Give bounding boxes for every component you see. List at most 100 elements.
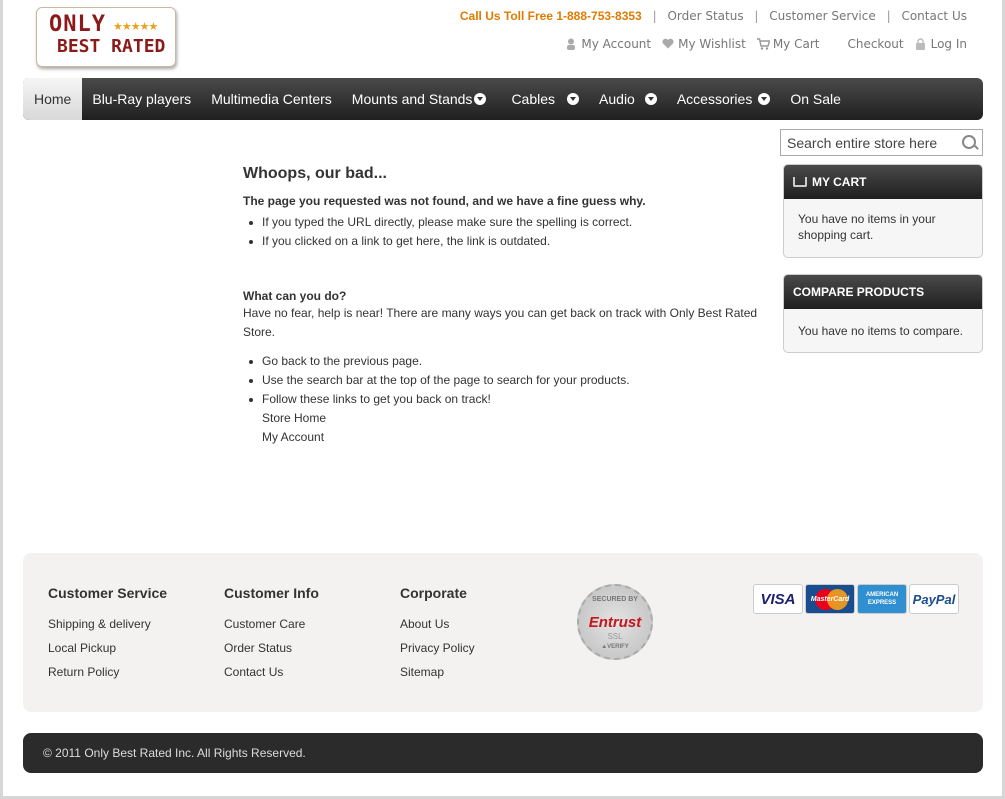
chevron-down-icon (567, 93, 580, 105)
footer: Customer Service Shipping & delivery Loc… (23, 553, 983, 712)
my-account-link[interactable]: My Account (243, 428, 773, 447)
my-cart-block: MY CART You have no items in your shoppi… (783, 164, 983, 258)
privacy-policy-link[interactable]: Privacy Policy (400, 636, 475, 660)
list-item: Follow these links to get you back on tr… (243, 390, 773, 409)
nav-home-label: Home (34, 91, 72, 107)
return-policy-link[interactable]: Return Policy (48, 660, 167, 684)
store-logo[interactable]: ONLY ★★★★★ BEST RATED (36, 7, 176, 67)
customer-service-link[interactable]: Customer Service (769, 9, 875, 23)
user-icon (565, 38, 577, 50)
footer-column-customer-service: Customer Service Shipping & delivery Loc… (48, 585, 167, 684)
footer-column-corporate: Corporate About Us Privacy Policy Sitema… (400, 585, 475, 684)
nav-mounts-label: Mounts and Stands (351, 91, 473, 107)
paypal-icon: PayPal (909, 584, 959, 614)
login-label: Log In (930, 37, 967, 51)
not-found-heading: The page you requested was not found, an… (243, 194, 646, 208)
nav-on-sale-label: On Sale (790, 91, 841, 107)
nav-multimedia-centers[interactable]: Multimedia Centers (201, 78, 342, 120)
nav-cables-label: Cables (511, 91, 556, 107)
footer-heading: Customer Service (48, 585, 168, 601)
my-cart-header: MY CART (784, 165, 982, 199)
seal-verify: ▲VERIFY (601, 644, 629, 650)
entrust-ssl-seal[interactable]: SECURED BY Entrust SSL ▲VERIFY (577, 584, 653, 660)
compare-products-title: COMPARE PRODUCTS (793, 285, 925, 299)
my-cart-title: MY CART (812, 175, 867, 189)
visa-label: VISA (760, 590, 796, 608)
nav-accessories-label: Accessories (676, 91, 753, 107)
amex-card-icon: AMERICAN EXPRESS (857, 584, 907, 614)
my-account-link[interactable]: My Account (565, 37, 651, 51)
nav-cables[interactable]: Cables (501, 78, 589, 120)
mastercard-icon: MasterCard (805, 584, 855, 614)
separator: | (652, 9, 657, 23)
nav-multimedia-label: Multimedia Centers (211, 91, 332, 107)
paypal-label: PayPal (912, 591, 956, 607)
search-icon[interactable] (958, 131, 982, 155)
my-cart-label: My Cart (772, 37, 820, 51)
my-account-label: My Account (581, 37, 652, 51)
contact-us-link[interactable]: Contact Us (901, 9, 967, 23)
cart-icon (793, 177, 807, 187)
nav-on-sale[interactable]: On Sale (780, 78, 851, 120)
separator: | (886, 9, 891, 23)
store-home-link[interactable]: Store Home (243, 409, 773, 428)
seal-ssl: SSL (607, 632, 623, 641)
list-item: If you clicked on a link to get here, th… (243, 232, 773, 251)
logo-stars: ★★★★★ (113, 20, 158, 33)
nav-blu-ray-players[interactable]: Blu-Ray players (82, 78, 201, 120)
nav-accessories[interactable]: Accessories (667, 78, 780, 120)
my-wishlist-label: My Wishlist (678, 37, 746, 51)
seal-brand: Entrust (588, 614, 642, 631)
checkout-link[interactable]: Checkout (847, 37, 903, 51)
local-pickup-link[interactable]: Local Pickup (48, 636, 167, 660)
account-links: My Account My Wishlist My Cart Checkout … (554, 37, 967, 51)
nav-audio-label: Audio (599, 91, 635, 107)
shipping-delivery-link[interactable]: Shipping & delivery (48, 612, 167, 636)
separator: | (754, 9, 759, 23)
customer-care-link[interactable]: Customer Care (224, 612, 319, 636)
main-content: Whoops, our bad... The page you requeste… (243, 165, 773, 447)
copyright-bar: © 2011 Only Best Rated Inc. All Rights R… (23, 733, 983, 773)
order-status-link[interactable]: Order Status (224, 636, 319, 660)
compare-products-header: COMPARE PRODUCTS (784, 275, 982, 309)
footer-heading: Corporate (400, 585, 467, 601)
payment-methods: VISA MasterCard AMERICAN EXPRESS PayPal (753, 584, 959, 614)
chevron-down-icon (644, 93, 657, 105)
copyright-text: © 2011 Only Best Rated Inc. All Rights R… (43, 746, 306, 760)
reason-list: If you typed the URL directly, please ma… (243, 213, 773, 251)
nav-blu-ray-label: Blu-Ray players (92, 91, 192, 107)
login-link[interactable]: Log In (915, 37, 967, 51)
contact-us-link[interactable]: Contact Us (224, 660, 319, 684)
mastercard-label: MasterCard (810, 595, 850, 603)
help-text: Have no fear, help is near! There are ma… (243, 306, 758, 339)
nav-home[interactable]: Home (23, 78, 83, 120)
chevron-down-icon (474, 93, 487, 105)
list-item: Use the search bar at the top of the pag… (243, 371, 773, 390)
list-item: If you typed the URL directly, please ma… (243, 213, 773, 232)
logo-text-best-rated: BEST RATED (57, 36, 166, 57)
my-wishlist-link[interactable]: My Wishlist (662, 37, 746, 51)
compare-products-block: COMPARE PRODUCTS You have no items to co… (783, 274, 983, 353)
seal-secured-by: SECURED BY (592, 596, 638, 603)
search-input[interactable] (781, 131, 958, 154)
sitemap-link[interactable]: Sitemap (400, 660, 475, 684)
chevron-down-icon (758, 93, 771, 105)
page-title: Whoops, our bad... (243, 165, 387, 182)
go-back-link[interactable]: Go back to the previous page. (262, 354, 422, 368)
search-box (780, 129, 983, 156)
logo-text-only: ONLY (49, 12, 106, 37)
heart-icon (662, 38, 674, 50)
my-cart-link[interactable]: My Cart (756, 37, 820, 51)
about-us-link[interactable]: About Us (400, 612, 475, 636)
options-list: Go back to the previous page. Use the se… (243, 352, 773, 409)
main-navigation: Home Blu-Ray players Multimedia Centers … (23, 78, 983, 120)
list-item: Go back to the previous page. (243, 352, 773, 371)
my-cart-message: You have no items in your shopping cart. (798, 212, 936, 242)
nav-audio[interactable]: Audio (589, 78, 667, 120)
cart-icon (756, 38, 771, 50)
nav-mounts-and-stands[interactable]: Mounts and Stands (342, 78, 497, 120)
footer-heading: Customer Info (224, 585, 319, 601)
order-status-link[interactable]: Order Status (667, 9, 743, 23)
top-links: Call Us Toll Free 1-888-753-8353 | Order… (460, 9, 967, 23)
amex-label: AMERICAN EXPRESS (865, 592, 899, 606)
